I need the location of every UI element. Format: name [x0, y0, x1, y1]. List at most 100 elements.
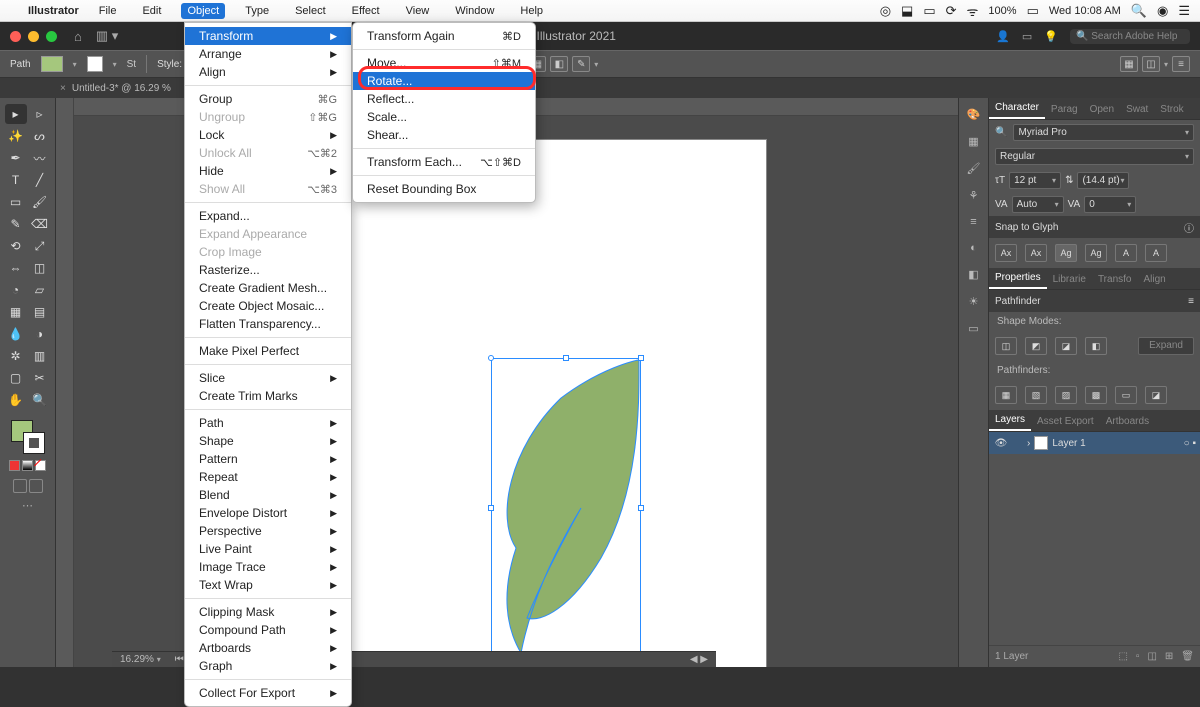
pathfinder-header[interactable]: Pathfinder≡ [989, 290, 1200, 312]
snap-pixel-icon[interactable]: ▦ [1120, 56, 1138, 72]
menuitem-group[interactable]: Group⌘G [185, 90, 351, 108]
menu-help[interactable]: Help [514, 3, 549, 19]
hand-tool[interactable]: ✋ [5, 390, 27, 410]
menuitem-rasterize-[interactable]: Rasterize... [185, 261, 351, 279]
tab-layers[interactable]: Layers [989, 410, 1031, 431]
curvature-tool[interactable]: 〰 [29, 148, 51, 168]
new-sublayer-icon[interactable]: ▫ [1136, 651, 1140, 662]
graphic-styles-panel-icon[interactable]: ▭ [968, 322, 978, 335]
exclude-icon[interactable]: ◧ [1085, 337, 1107, 355]
user-icon[interactable]: 👤 [996, 30, 1010, 43]
zoom-tool[interactable]: 🔍 [29, 390, 51, 410]
menu-select[interactable]: Select [289, 3, 332, 19]
menuitem-perspective[interactable]: Perspective▶ [185, 522, 351, 540]
scale-tool[interactable]: ⤢ [29, 236, 51, 256]
tab-paragraph[interactable]: Parag [1045, 100, 1084, 119]
wifi-icon[interactable]: ᯤ [967, 2, 979, 20]
eraser-tool[interactable]: ⌫ [29, 214, 51, 234]
symbols-panel-icon[interactable]: ⚘ [969, 189, 979, 202]
merge-icon[interactable]: ▨ [1055, 386, 1077, 404]
submenuitem-transform-again[interactable]: Transform Again⌘D [353, 27, 535, 45]
direct-selection-tool[interactable]: ▹ [29, 104, 51, 124]
menuitem-artboards[interactable]: Artboards▶ [185, 639, 351, 657]
menu-object[interactable]: Object [181, 3, 225, 19]
tab-properties[interactable]: Properties [989, 268, 1047, 289]
color-mode-switcher[interactable] [9, 460, 46, 471]
prefs-icon[interactable]: ≡ [1172, 56, 1190, 72]
tab-artboards[interactable]: Artboards [1100, 412, 1155, 431]
make-clip-icon[interactable]: ◫ [1147, 651, 1156, 662]
menuitem-transform[interactable]: Transform▶ [185, 27, 351, 45]
menuitem-clipping-mask[interactable]: Clipping Mask▶ [185, 603, 351, 621]
unite-icon[interactable]: ◫ [995, 337, 1017, 355]
tab-transform[interactable]: Transfo [1092, 270, 1138, 289]
submenuitem-reflect-[interactable]: Reflect... [353, 90, 535, 108]
gradient-tool[interactable]: ▤ [29, 302, 51, 322]
menuitem-expand-[interactable]: Expand... [185, 207, 351, 225]
expand-button[interactable]: Expand [1138, 337, 1194, 355]
type-tool[interactable]: T [5, 170, 27, 190]
color-panel-icon[interactable]: 🎨 [967, 108, 981, 121]
artboard-tool[interactable]: ▢ [5, 368, 27, 388]
menuitem-lock[interactable]: Lock▶ [185, 126, 351, 144]
new-layer-icon[interactable]: ⊞ [1165, 651, 1173, 662]
menuitem-make-pixel-perfect[interactable]: Make Pixel Perfect [185, 342, 351, 360]
expand-layer-icon[interactable]: › [1027, 438, 1030, 449]
locate-icon[interactable]: ⬚ [1118, 651, 1127, 662]
gradient-panel-icon[interactable]: ◐ [970, 242, 977, 254]
rectangle-tool[interactable]: ▭ [5, 192, 27, 212]
submenuitem-rotate-[interactable]: Rotate... [353, 72, 535, 90]
fill-stroke-indicator[interactable] [11, 420, 45, 454]
tab-libraries[interactable]: Librarie [1047, 270, 1092, 289]
kerning-input[interactable]: Auto▾ [1012, 196, 1064, 213]
edit-toolbar[interactable]: ⋯ [22, 499, 33, 512]
edit-icon[interactable]: ✎ [572, 56, 590, 72]
home-icon[interactable]: ⌂ [74, 29, 82, 44]
spotlight-icon[interactable]: 🔍 [1131, 3, 1147, 19]
menu-window[interactable]: Window [449, 3, 500, 19]
ruler-vertical[interactable] [56, 98, 74, 667]
siri-icon[interactable]: ◉ [1157, 3, 1168, 19]
lasso-tool[interactable]: ᔕ [29, 126, 51, 146]
selection-tool[interactable]: ▸ [5, 104, 27, 124]
tab-stroke[interactable]: Strok [1154, 100, 1189, 119]
menuitem-image-trace[interactable]: Image Trace▶ [185, 558, 351, 576]
menuitem-blend[interactable]: Blend▶ [185, 486, 351, 504]
submenuitem-move-[interactable]: Move...⇧⌘M [353, 54, 535, 72]
menuitem-shape[interactable]: Shape▶ [185, 432, 351, 450]
scrollbar-h[interactable]: ◀ ▶ [690, 654, 708, 665]
slice-tool[interactable]: ✂ [29, 368, 51, 388]
submenuitem-scale-[interactable]: Scale... [353, 108, 535, 126]
menuitem-create-object-mosaic-[interactable]: Create Object Mosaic... [185, 297, 351, 315]
menuitem-slice[interactable]: Slice▶ [185, 369, 351, 387]
cc-icon[interactable]: ◎ [880, 3, 891, 19]
layer-row[interactable]: 👁 › Layer 1 ○ ▪ [989, 432, 1200, 454]
leading-input[interactable]: (14.4 pt)▾ [1077, 172, 1129, 189]
menuitem-path[interactable]: Path▶ [185, 414, 351, 432]
screen-mode[interactable] [13, 479, 43, 493]
symbol-sprayer-tool[interactable]: ✲ [5, 346, 27, 366]
stroke-swatch[interactable] [87, 56, 103, 72]
crop-icon[interactable]: ▩ [1085, 386, 1107, 404]
tracking-input[interactable]: 0▾ [1084, 196, 1136, 213]
width-tool[interactable]: ⇔ [5, 258, 27, 278]
sync-icon[interactable]: ⟳ [946, 3, 957, 19]
menuitem-collect-for-export[interactable]: Collect For Export▶ [185, 684, 351, 702]
control-center-icon[interactable]: ☰ [1178, 3, 1190, 19]
help-search[interactable]: 🔍 Search Adobe Help [1070, 29, 1190, 44]
paintbrush-tool[interactable]: 🖌 [29, 192, 51, 212]
minus-back-icon[interactable]: ◪ [1145, 386, 1167, 404]
traffic-light-max[interactable] [46, 31, 57, 42]
swatches-panel-icon[interactable]: ▦ [968, 135, 978, 148]
tab-asset-export[interactable]: Asset Export [1031, 412, 1100, 431]
display-icon[interactable]: ▭ [923, 3, 935, 19]
shape-builder-tool[interactable]: ◔ [5, 280, 27, 300]
visibility-icon[interactable]: 👁 [993, 438, 1009, 449]
font-family-select[interactable]: Myriad Pro▾ [1013, 124, 1194, 141]
minus-front-icon[interactable]: ◩ [1025, 337, 1047, 355]
font-size-input[interactable]: 12 pt▾ [1009, 172, 1061, 189]
menuitem-repeat[interactable]: Repeat▶ [185, 468, 351, 486]
tab-opentype[interactable]: Open [1084, 100, 1120, 119]
tab-swatches[interactable]: Swat [1120, 100, 1154, 119]
help-icon[interactable]: 💡 [1044, 30, 1058, 43]
